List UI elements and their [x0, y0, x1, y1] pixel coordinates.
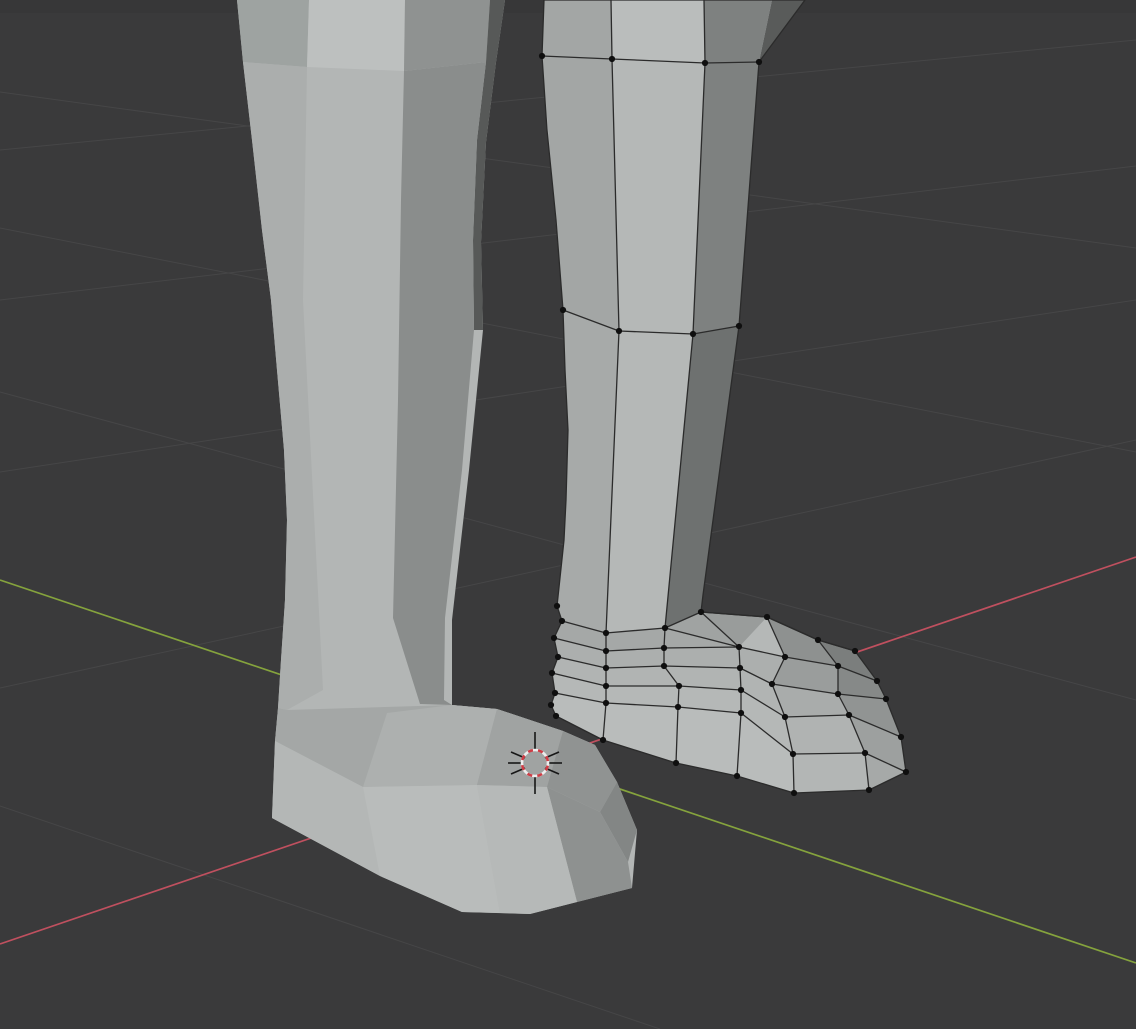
vertex-dot-35[interactable]	[764, 614, 770, 620]
vertex-dot-2[interactable]	[702, 60, 708, 66]
vertex-dot-9[interactable]	[559, 618, 565, 624]
vertex-dot-27[interactable]	[675, 704, 681, 710]
vertex-dot-0[interactable]	[539, 53, 545, 59]
vertex-dot-25[interactable]	[552, 690, 558, 696]
vertex-dot-48[interactable]	[883, 696, 889, 702]
vertex-dot-22[interactable]	[603, 683, 609, 689]
vertex-dot-38[interactable]	[782, 714, 788, 720]
vertex-dot-28[interactable]	[738, 710, 744, 716]
vertex-dot-36[interactable]	[782, 654, 788, 660]
vertex-dot-41[interactable]	[835, 663, 841, 669]
vertex-dot-33[interactable]	[734, 773, 740, 779]
vertex-dot-49[interactable]	[898, 734, 904, 740]
vertex-dot-10[interactable]	[603, 630, 609, 636]
vertex-dot-29[interactable]	[548, 702, 554, 708]
face-thigh-center-top[interactable]	[611, 0, 705, 63]
vertex-dot-4[interactable]	[560, 307, 566, 313]
vertex-dot-6[interactable]	[690, 331, 696, 337]
vertex-dot-31[interactable]	[600, 737, 606, 743]
vertex-dot-44[interactable]	[862, 750, 868, 756]
vertex-dot-34[interactable]	[791, 790, 797, 796]
face-toe-ring-bottom[interactable]	[793, 753, 869, 793]
vertex-dot-1[interactable]	[609, 56, 615, 62]
vertex-dot-50[interactable]	[903, 769, 909, 775]
vertex-dot-18[interactable]	[603, 665, 609, 671]
vertex-dot-46[interactable]	[852, 648, 858, 654]
vertex-dot-37[interactable]	[769, 681, 775, 687]
face-thigh-top-center[interactable]	[307, 0, 405, 71]
vertex-dot-43[interactable]	[846, 712, 852, 718]
vertex-dot-17[interactable]	[555, 654, 561, 660]
vertex-dot-8[interactable]	[554, 603, 560, 609]
vertex-dot-32[interactable]	[673, 760, 679, 766]
vertex-dot-24[interactable]	[738, 687, 744, 693]
vertex-dot-26[interactable]	[603, 700, 609, 706]
vertex-dot-23[interactable]	[676, 683, 682, 689]
vertex-dot-30[interactable]	[553, 713, 559, 719]
face-thigh-top-left[interactable]	[237, 0, 309, 67]
vertex-dot-39[interactable]	[790, 751, 796, 757]
vertex-dot-3[interactable]	[756, 59, 762, 65]
vertex-dot-21[interactable]	[549, 670, 555, 676]
vertex-dot-13[interactable]	[551, 635, 557, 641]
blender-3d-viewport[interactable]	[0, 0, 1136, 1029]
vertex-dot-5[interactable]	[616, 328, 622, 334]
vertex-dot-45[interactable]	[866, 787, 872, 793]
vertex-dot-40[interactable]	[815, 637, 821, 643]
face-thigh-top-right[interactable]	[404, 0, 490, 71]
vertex-dot-42[interactable]	[835, 691, 841, 697]
vertex-dot-19[interactable]	[661, 663, 667, 669]
vertex-dot-16[interactable]	[736, 644, 742, 650]
vertex-dot-7[interactable]	[736, 323, 742, 329]
vertex-dot-12[interactable]	[698, 609, 704, 615]
vertex-dot-20[interactable]	[737, 665, 743, 671]
vertex-dot-15[interactable]	[661, 645, 667, 651]
vertex-dot-14[interactable]	[603, 648, 609, 654]
vertex-dot-11[interactable]	[662, 625, 668, 631]
vertex-dot-47[interactable]	[874, 678, 880, 684]
viewport-canvas[interactable]	[0, 0, 1136, 1029]
